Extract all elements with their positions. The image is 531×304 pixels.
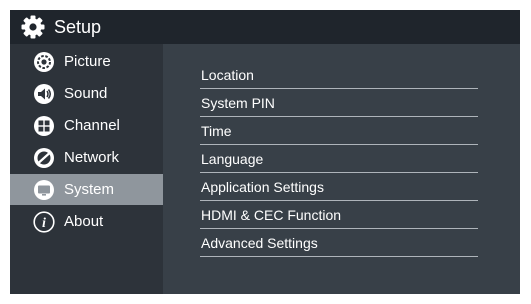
setup-window: Setup Picture Sound Channel Network Syst… bbox=[10, 10, 520, 294]
menu-item-label: System PIN bbox=[201, 94, 275, 111]
menu-item-time[interactable]: Time bbox=[200, 117, 478, 145]
picture-settings-icon bbox=[34, 51, 54, 72]
grid-icon bbox=[34, 115, 54, 136]
sidebar: Picture Sound Channel Network System i A… bbox=[10, 44, 163, 294]
network-icon bbox=[34, 147, 54, 168]
menu-item-label: Time bbox=[201, 122, 232, 139]
gear-icon bbox=[21, 15, 45, 39]
svg-text:i: i bbox=[42, 216, 46, 231]
menu-item-system-pin[interactable]: System PIN bbox=[200, 89, 478, 117]
sidebar-item-network[interactable]: Network bbox=[10, 142, 163, 173]
menu-item-location[interactable]: Location bbox=[200, 61, 478, 89]
menu-item-label: HDMI & CEC Function bbox=[201, 206, 342, 223]
menu-item-label: Application Settings bbox=[201, 178, 324, 195]
menu-item-language[interactable]: Language bbox=[200, 145, 478, 173]
sidebar-item-label: Sound bbox=[64, 85, 108, 102]
sidebar-item-label: Picture bbox=[64, 53, 111, 70]
title-bar: Setup bbox=[10, 10, 520, 44]
menu-item-label: Advanced Settings bbox=[201, 234, 318, 251]
menu-item-advanced-settings[interactable]: Advanced Settings bbox=[200, 229, 478, 257]
system-menu: Location System PIN Time Language Applic… bbox=[163, 44, 520, 294]
sidebar-item-label: System bbox=[64, 181, 115, 198]
menu-item-label: Language bbox=[201, 150, 264, 167]
monitor-icon bbox=[34, 179, 54, 200]
menu-item-application-settings[interactable]: Application Settings bbox=[200, 173, 478, 201]
speaker-icon bbox=[34, 83, 54, 104]
sidebar-item-system[interactable]: System bbox=[10, 174, 163, 205]
menu-item-hdmi-cec-function[interactable]: HDMI & CEC Function bbox=[200, 201, 478, 229]
sidebar-item-label: About bbox=[64, 213, 104, 230]
sidebar-item-channel[interactable]: Channel bbox=[10, 110, 163, 141]
sidebar-item-picture[interactable]: Picture bbox=[10, 46, 163, 77]
sidebar-item-sound[interactable]: Sound bbox=[10, 78, 163, 109]
sidebar-item-label: Network bbox=[64, 149, 120, 166]
info-icon: i bbox=[33, 210, 55, 233]
menu-item-label: Location bbox=[201, 66, 254, 83]
sidebar-item-label: Channel bbox=[64, 117, 120, 134]
page-title: Setup bbox=[54, 16, 102, 37]
sidebar-item-about[interactable]: i About bbox=[10, 206, 163, 237]
